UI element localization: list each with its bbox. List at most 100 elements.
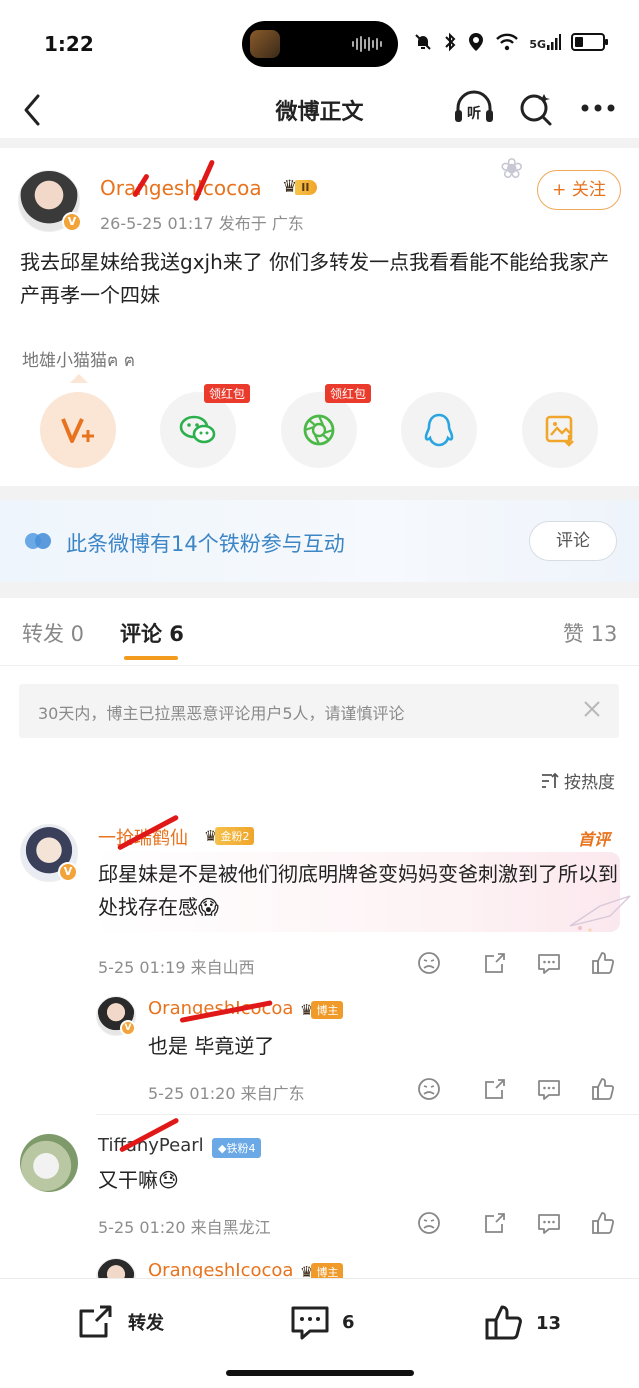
pet-label-caret	[70, 374, 88, 383]
mute-bell-icon	[415, 34, 432, 50]
comment-meta: 5-25 01:20 来自黑龙江	[98, 1218, 271, 1237]
first-comment-tag: 首评	[578, 830, 611, 849]
red-packet-tag: 领红包	[203, 384, 250, 403]
sort-toggle[interactable]: 按热度	[540, 768, 615, 793]
dislike-face-icon[interactable]	[416, 950, 442, 976]
like-button[interactable]: 13	[484, 1303, 561, 1343]
now-playing-album-art	[250, 30, 280, 58]
member-level-text: II	[295, 179, 318, 195]
dislike-face-icon[interactable]	[416, 1076, 442, 1102]
like-thumb-icon[interactable]	[590, 950, 616, 976]
commenter-avatar[interactable]	[20, 1134, 78, 1192]
like-thumb-icon	[485, 1305, 522, 1340]
cellular-signal-icon: 5G	[529, 34, 561, 50]
share-icon[interactable]	[482, 1210, 508, 1236]
comment-text: 又干嘛😓	[98, 1168, 179, 1192]
verified-badge-icon: V	[62, 212, 82, 232]
iron-fans-bar[interactable]: 此条微博有14个铁粉参与互动 评论	[0, 500, 639, 582]
audio-wave-icon	[352, 35, 382, 53]
more-options-icon[interactable]	[578, 88, 618, 128]
comment-count: 6	[342, 1311, 355, 1333]
reply-text: 也是 毕竟逆了	[148, 1034, 275, 1058]
comment-divider	[96, 1114, 639, 1115]
listen-label: 听	[467, 105, 481, 122]
like-thumb-icon[interactable]	[590, 1076, 616, 1102]
status-bar: 1:22 5G	[0, 0, 639, 86]
comment-text: 邱星妹是不是被他们彻底明牌爸变妈妈变爸刺激到了所以到处找存在感😱	[98, 862, 618, 919]
share-row: 领红包 领红包	[0, 384, 639, 468]
reply-icon[interactable]	[536, 1076, 562, 1102]
post-text: 我去邱星妹给我送gxjh来了 你们多转发一点我看看能不能给我家产产再孝一个四妹	[20, 250, 610, 307]
blogger-badge-text: 博主	[311, 1001, 344, 1019]
home-indicator[interactable]	[226, 1370, 414, 1376]
reply-icon[interactable]	[536, 950, 562, 976]
close-icon[interactable]	[579, 696, 605, 722]
wifi-icon	[496, 33, 519, 51]
repost-label: 转发	[128, 1313, 164, 1334]
iron-fan-badge: ◆铁粉4	[212, 1138, 262, 1158]
section-divider	[0, 138, 639, 148]
bow-decoration-icon: ❀	[500, 152, 524, 185]
tab-comments[interactable]: 评论 6	[120, 618, 184, 648]
sort-icon	[542, 772, 559, 788]
notice-text: 30天内，博主已拉黑恶意评论用户5人，请谨慎评论	[38, 704, 405, 723]
blogger-badge: ♛ 博主	[300, 1000, 344, 1020]
search-icon[interactable]	[516, 88, 556, 128]
interaction-tabs: 转发 0 评论 6 赞 13	[0, 598, 639, 666]
status-time: 1:22	[44, 32, 94, 56]
post-meta: 26-5-25 01:17 发布于 广东	[100, 214, 304, 233]
tab-repost[interactable]: 转发 0	[22, 618, 84, 648]
iron-fans-text: 此条微博有14个铁粉参与互动	[66, 532, 345, 556]
location-icon	[469, 33, 484, 51]
dynamic-island[interactable]	[242, 21, 398, 67]
share-icon[interactable]	[482, 1076, 508, 1102]
follow-button[interactable]: + 关注	[537, 170, 621, 210]
sort-label: 按热度	[564, 773, 615, 793]
dislike-face-icon[interactable]	[416, 1210, 442, 1236]
battery-icon	[571, 33, 608, 51]
wechat-icon	[179, 415, 216, 444]
moments-share-button[interactable]: 领红包	[281, 384, 371, 468]
reply-icon[interactable]	[536, 1210, 562, 1236]
network-type: 5G	[529, 38, 546, 51]
save-image-icon	[545, 415, 574, 447]
red-packet-tag: 领红包	[324, 384, 371, 403]
verified-badge-icon: V	[58, 862, 78, 882]
section-divider	[0, 486, 639, 500]
fan-badge-text: 金粉2	[215, 827, 255, 845]
bluetooth-icon	[445, 32, 456, 52]
author-name[interactable]: OrangeshIcocoa	[100, 176, 262, 200]
qq-share-button[interactable]	[401, 392, 477, 468]
like-thumb-icon[interactable]	[590, 1210, 616, 1236]
comment-meta: 5-25 01:19 来自山西	[98, 958, 255, 977]
active-tab-indicator	[124, 656, 178, 660]
reply-meta: 5-25 01:20 来自广东	[148, 1084, 305, 1103]
blocked-users-notice: 30天内，博主已拉黑恶意评论用户5人，请谨慎评论	[19, 684, 619, 738]
verified-badge-icon: V	[120, 1020, 136, 1036]
vip-share-button[interactable]	[40, 392, 116, 468]
member-level-badge[interactable]: ♛ II	[282, 176, 318, 198]
iron-fan-badge-text: 铁粉4	[226, 1142, 256, 1155]
repost-share-icon	[79, 1305, 112, 1338]
wechat-share-button[interactable]: 领红包	[160, 384, 250, 468]
fans-bubble-icon	[25, 533, 51, 549]
save-image-button[interactable]	[522, 392, 598, 468]
comment-button[interactable]: 6	[290, 1303, 355, 1341]
share-icon[interactable]	[482, 950, 508, 976]
fan-badge: ♛ 金粉2	[204, 826, 255, 846]
vip-v-plus-icon	[61, 418, 94, 443]
qq-penguin-icon	[424, 413, 454, 447]
pet-label[interactable]: 地雄小猫猫ฅ ฅ	[22, 346, 135, 374]
system-icons: 5G	[413, 32, 608, 52]
moments-aperture-icon	[303, 414, 335, 446]
section-divider	[0, 582, 639, 598]
tab-likes[interactable]: 赞 13	[563, 618, 617, 648]
post-card: V OrangeshIcocoa ♛ II 26-5-25 01:17 发布于 …	[0, 148, 639, 486]
commenter-name[interactable]: TiffanyPearl	[98, 1135, 204, 1156]
fans-comment-button[interactable]: 评论	[529, 521, 617, 561]
like-count: 13	[536, 1312, 562, 1334]
listen-headphones-icon[interactable]: 听	[452, 88, 496, 128]
repost-button[interactable]: 转发	[76, 1303, 164, 1341]
nav-bar: 微博正文 听	[0, 86, 639, 138]
comment-bubble-icon	[291, 1306, 329, 1340]
